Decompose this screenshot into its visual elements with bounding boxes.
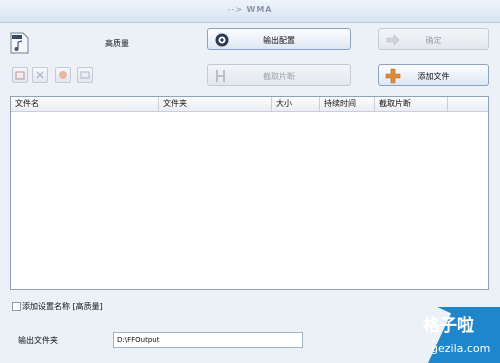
add-file-button[interactable]: 添加文件 [378,64,489,86]
audio-file-icon [10,32,29,54]
table-header: 文件名 文件夹 大小 持续时间 截取片断 [11,97,488,112]
add-setting-name-label: 添加设置名称 [高质量] [22,302,103,311]
title-arrow: --> [227,5,243,14]
column-header-duration[interactable]: 持续时间 [320,97,375,111]
output-config-label: 输出配置 [263,36,295,45]
column-header-folder[interactable]: 文件夹 [159,97,272,111]
close-icon [36,71,44,79]
media-info-button[interactable] [77,67,93,83]
watermark-en: gezila.com [431,342,491,355]
watermark-cn: 格子啦 [423,316,474,336]
output-folder-field[interactable]: D:\FFOutput [113,332,303,348]
clip-label: 截取片断 [263,72,295,81]
window-title: --> WMA [0,5,500,14]
format-factory-wma-window: --> WMA 高质量 输出配置 确定 截取片断 添加文件 文件名 文件夹 大小… [0,0,500,363]
ok-button[interactable]: 确定 [378,28,489,50]
play-button[interactable] [55,67,71,83]
title-bar: --> WMA [0,0,500,23]
column-header-clip[interactable]: 截取片断 [375,97,448,111]
output-config-button[interactable]: 输出配置 [207,28,351,50]
quality-label: 高质量 [105,39,129,48]
info-icon [80,71,90,79]
remove-button[interactable] [12,67,28,83]
remove-icon [15,71,25,80]
play-icon [59,71,67,79]
file-list-table[interactable]: 文件名 文件夹 大小 持续时间 截取片断 [10,96,489,290]
watermark-logo: 格子啦 gezila.com [405,307,500,363]
column-header-filename[interactable]: 文件名 [11,97,159,111]
ok-label: 确定 [425,36,442,45]
clip-button[interactable]: 截取片断 [207,64,351,86]
clear-button[interactable] [32,67,48,83]
add-file-label: 添加文件 [417,72,450,81]
title-format: WMA [246,5,273,14]
output-folder-label: 输出文件夹 [18,336,58,345]
column-header-size[interactable]: 大小 [272,97,320,111]
add-setting-name-checkbox[interactable] [12,302,21,311]
